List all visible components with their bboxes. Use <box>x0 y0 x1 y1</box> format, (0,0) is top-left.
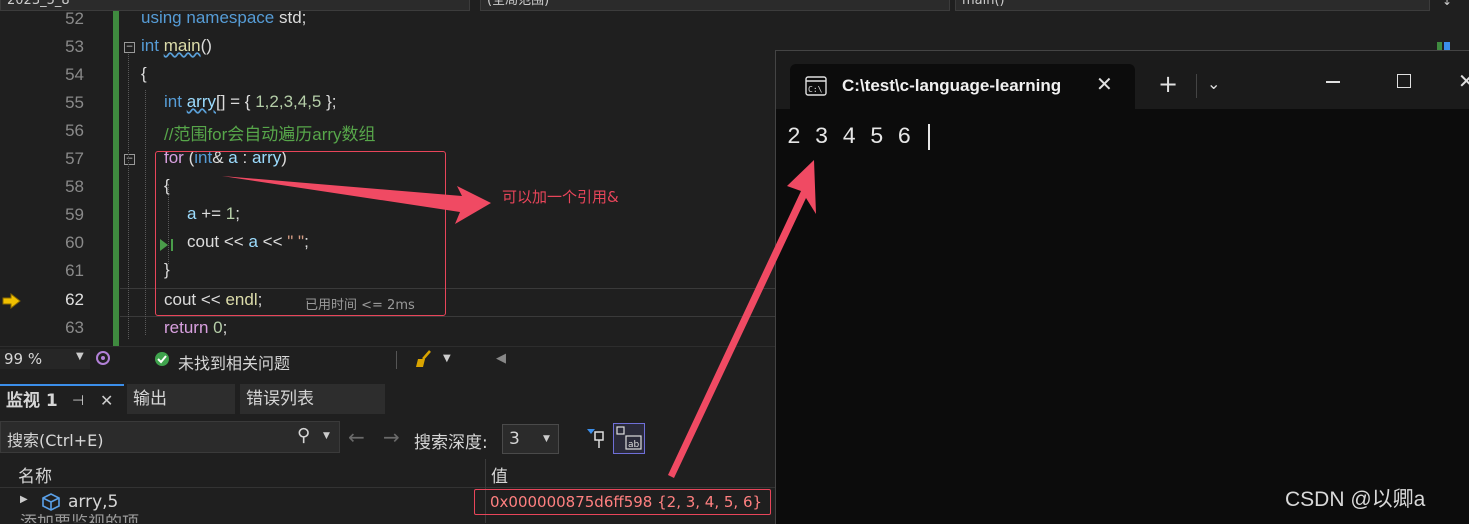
terminal-tab[interactable]: C:\ C:\test\c-language-learning ✕ <box>790 64 1135 109</box>
line-number: 53 <box>65 37 84 56</box>
scroll-marker <box>1437 42 1442 50</box>
watch-grid-header: 名称 值 <box>0 459 775 523</box>
column-header-value[interactable]: 值 <box>491 462 508 487</box>
watermark: CSDN @以卿a <box>1285 488 1426 511</box>
console-icon: C:\ <box>805 76 827 100</box>
add-watch-placeholder[interactable]: 添加要监视的项 <box>20 514 139 523</box>
arrow-right-icon[interactable]: → <box>383 425 400 449</box>
line-number: 57 <box>65 149 84 168</box>
zoom-value: 99 % <box>4 350 43 368</box>
minimize-icon[interactable] <box>1326 81 1340 83</box>
tab-error-list[interactable]: 错误列表 <box>240 384 385 414</box>
editor-status-bar: 99 % ▼ 未找到相关问题 ▼ ◀ <box>0 346 775 373</box>
annotation-text: 可以加一个引用& <box>502 188 619 206</box>
watch-item-name[interactable]: arry,5 <box>68 492 118 512</box>
terminal-window <box>775 50 1469 524</box>
chevron-down-icon[interactable]: ▼ <box>323 431 330 441</box>
current-statement-arrow-icon[interactable] <box>2 292 22 313</box>
line-number: 56 <box>65 121 84 140</box>
close-icon[interactable]: ✕ <box>1458 69 1469 93</box>
annotation-box-loop <box>155 151 446 316</box>
zoom-select[interactable]: 99 % ▼ <box>0 349 90 369</box>
change-indicator-bar <box>113 11 119 346</box>
scroll-down-arrow-icon[interactable]: ↓ <box>1442 0 1452 8</box>
line-number: 63 <box>65 318 84 337</box>
line-number: 60 <box>65 233 84 252</box>
tab-error-list-label: 错误列表 <box>246 389 314 409</box>
code-line-55[interactable]: int arry[] = { 1,2,3,4,5 }; <box>164 92 337 112</box>
close-icon[interactable]: ✕ <box>1096 72 1113 96</box>
scroll-left-icon[interactable]: ◀ <box>496 351 506 366</box>
column-header-name[interactable]: 名称 <box>18 462 52 487</box>
tab-watch1-label: 监视 1 <box>6 391 58 411</box>
editor-scrollbar[interactable]: ↓ <box>1437 0 1459 50</box>
line-number: 54 <box>65 65 84 84</box>
scope-combo[interactable]: (全局范围) <box>480 0 950 11</box>
fold-toggle-icon[interactable]: − <box>124 42 135 53</box>
member-combo[interactable]: main() <box>955 0 1430 11</box>
code-line-52[interactable]: using namespace std; <box>141 8 306 28</box>
watch-item-value[interactable]: 0x000000875d6ff598 {2, 3, 4, 5, 6} <box>490 493 762 511</box>
svg-text:ab: ab <box>628 440 640 450</box>
chevron-down-icon: ▼ <box>543 434 550 444</box>
text-view-toggle[interactable]: ab <box>613 423 645 454</box>
member-combo-label: main() <box>962 0 1005 8</box>
variable-cube-icon <box>40 491 62 515</box>
search-depth-value: 3 <box>509 429 520 449</box>
terminal-tab-title: C:\test\c-language-learning <box>842 76 1062 95</box>
indent-guide <box>145 90 146 335</box>
intellicode-icon[interactable] <box>94 350 114 372</box>
code-line-63[interactable]: return 0; <box>164 318 227 338</box>
code-line-56[interactable]: //范围for会自动遍历arry数组 <box>164 120 376 145</box>
chevron-down-icon: ▼ <box>76 351 84 362</box>
code-line-54[interactable]: { <box>141 64 147 84</box>
watch-search-input[interactable]: 搜索(Ctrl+E) ⚲ ▼ <box>0 421 340 453</box>
line-number: 58 <box>65 177 84 196</box>
scroll-marker <box>1444 42 1450 50</box>
chevron-down-icon[interactable]: ▼ <box>443 353 451 364</box>
terminal-cursor <box>928 124 930 150</box>
search-depth-select[interactable]: 3 ▼ <box>502 424 559 454</box>
code-line-53[interactable]: int main() <box>141 36 212 56</box>
expand-triangle-icon[interactable]: ▶ <box>20 494 28 505</box>
line-number: 59 <box>65 205 84 224</box>
tab-output-label: 输出 <box>133 389 167 409</box>
tab-output[interactable]: 输出 <box>127 384 235 414</box>
project-combo-label: 2023_5_8 <box>7 0 70 8</box>
svg-text:C:\: C:\ <box>808 85 823 94</box>
pin-icon[interactable]: ⊣ <box>72 386 84 416</box>
close-icon[interactable]: ✕ <box>100 386 113 416</box>
issues-status[interactable]: 未找到相关问题 <box>178 350 290 374</box>
tab-watch1[interactable]: 监视 1 ⊣ ✕ <box>0 384 124 414</box>
check-circle-icon <box>154 351 170 371</box>
watch-search-placeholder: 搜索(Ctrl+E) <box>7 431 104 450</box>
line-number: 52 <box>65 9 84 28</box>
table-row[interactable]: ▶ arry,5 0x000000875d6ff598 {2, 3, 4, 5,… <box>0 488 775 516</box>
chevron-down-icon[interactable]: ⌄ <box>1207 74 1220 93</box>
arrow-left-icon[interactable]: ← <box>348 425 365 449</box>
fold-toggle-icon[interactable]: − <box>124 154 135 165</box>
terminal-output: 2 3 4 5 6 <box>787 124 912 150</box>
divider <box>396 351 397 369</box>
fold-guide <box>128 54 129 339</box>
line-number: 55 <box>65 93 84 112</box>
divider <box>1196 74 1197 98</box>
list-item[interactable]: 添加要监视的项 <box>0 514 775 523</box>
search-depth-label: 搜索深度: <box>414 433 488 453</box>
line-number: 61 <box>65 261 84 280</box>
maximize-icon[interactable] <box>1397 74 1411 88</box>
line-number-current: 62 <box>65 290 84 309</box>
search-icon[interactable]: ⚲ <box>297 425 310 446</box>
pin-watch-icon[interactable] <box>583 426 609 456</box>
new-tab-icon[interactable]: + <box>1158 70 1178 98</box>
broom-icon[interactable] <box>415 350 437 372</box>
scope-combo-label: (全局范围) <box>487 0 550 8</box>
